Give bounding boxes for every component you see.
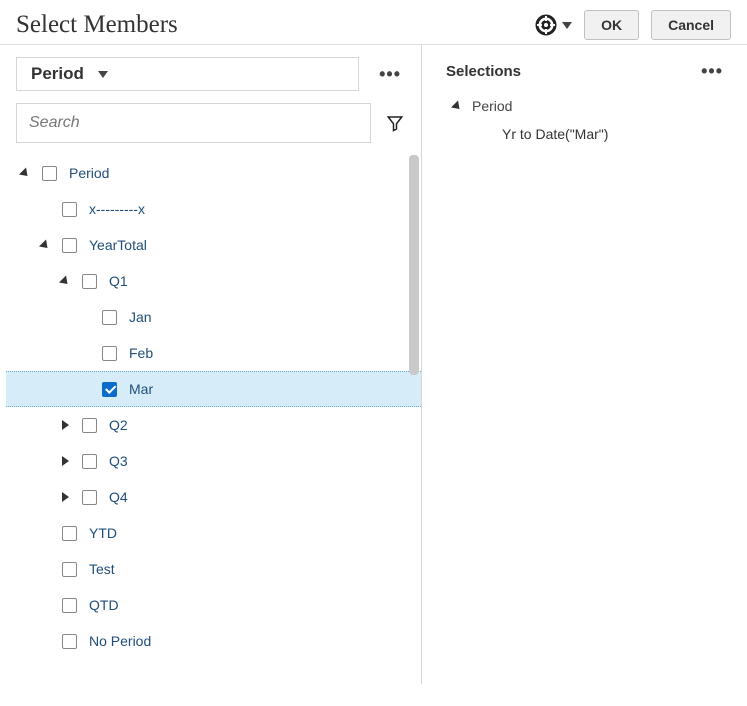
triangle-open-icon	[59, 275, 71, 287]
members-pane: Period ••• Period x---------x YearTotal Q1 J…	[0, 45, 422, 684]
member-label[interactable]: YearTotal	[83, 237, 147, 253]
expand-toggle[interactable]	[58, 490, 72, 504]
tree-node[interactable]: Test	[0, 551, 421, 587]
member-checkbox[interactable]	[62, 634, 77, 649]
selections-more-menu[interactable]: •••	[693, 57, 731, 86]
help-icon	[534, 13, 558, 37]
member-label[interactable]: No Period	[83, 633, 151, 649]
tree-node[interactable]: x---------x	[0, 191, 421, 227]
member-checkbox[interactable]	[82, 454, 97, 469]
tree-node[interactable]: YTD	[0, 515, 421, 551]
dimension-label: Period	[31, 64, 84, 84]
filter-icon	[386, 114, 404, 132]
member-checkbox[interactable]	[82, 274, 97, 289]
member-label[interactable]: Q1	[103, 273, 128, 289]
expand-toggle[interactable]	[58, 418, 72, 432]
header-actions: OK Cancel	[534, 10, 731, 40]
member-label[interactable]: Mar	[123, 381, 153, 397]
filter-button[interactable]	[381, 109, 409, 137]
triangle-open-icon	[451, 100, 463, 112]
member-label[interactable]: Feb	[123, 345, 153, 361]
member-checkbox[interactable]	[102, 310, 117, 325]
member-label[interactable]: Q2	[103, 417, 128, 433]
selection-item[interactable]: Yr to Date("Mar")	[446, 118, 731, 150]
triangle-open-icon	[39, 239, 51, 251]
member-label[interactable]: YTD	[83, 525, 117, 541]
members-more-menu[interactable]: •••	[371, 60, 409, 89]
collapse-toggle[interactable]	[58, 274, 72, 288]
tree-node[interactable]: Mar	[6, 371, 421, 407]
member-label[interactable]: x---------x	[83, 201, 145, 217]
member-label[interactable]: Jan	[123, 309, 152, 325]
collapse-toggle[interactable]	[38, 238, 52, 252]
member-label[interactable]: Q3	[103, 453, 128, 469]
selections-header: Selections •••	[446, 57, 731, 94]
triangle-open-icon	[19, 167, 31, 179]
cancel-button[interactable]: Cancel	[651, 10, 731, 40]
triangle-closed-icon	[62, 492, 69, 502]
help-menu[interactable]	[534, 13, 572, 37]
member-checkbox[interactable]	[82, 418, 97, 433]
member-checkbox[interactable]	[102, 346, 117, 361]
scrollbar-thumb[interactable]	[409, 155, 419, 375]
member-tree[interactable]: Period x---------x YearTotal Q1 Jan Feb Mar Q2 Q…	[0, 151, 421, 684]
selection-group-label: Period	[472, 98, 512, 114]
member-checkbox[interactable]	[62, 526, 77, 541]
expand-toggle[interactable]	[450, 99, 464, 113]
search-row	[0, 99, 421, 151]
tree-node[interactable]: No Period	[0, 623, 421, 659]
member-checkbox[interactable]	[102, 382, 117, 397]
dialog-header: Select Members OK Cancel	[0, 0, 747, 44]
member-checkbox[interactable]	[62, 598, 77, 613]
chevron-down-icon	[98, 71, 108, 78]
member-checkbox[interactable]	[62, 238, 77, 253]
tree-node[interactable]: Feb	[0, 335, 421, 371]
tree-node[interactable]: Period	[0, 155, 421, 191]
tree-node[interactable]: YearTotal	[0, 227, 421, 263]
member-checkbox[interactable]	[62, 562, 77, 577]
tree-node[interactable]: Q3	[0, 443, 421, 479]
dialog-title: Select Members	[16, 11, 534, 39]
ok-button[interactable]: OK	[584, 10, 639, 40]
collapse-toggle[interactable]	[18, 166, 32, 180]
main-content: Period ••• Period x---------x YearTotal Q1 J…	[0, 44, 747, 684]
member-checkbox[interactable]	[42, 166, 57, 181]
selections-title: Selections	[446, 63, 693, 80]
selection-item-list: Yr to Date("Mar")	[446, 118, 731, 150]
member-label[interactable]: Q4	[103, 489, 128, 505]
tree-node[interactable]: Q4	[0, 479, 421, 515]
dimension-row: Period •••	[0, 57, 421, 99]
member-label[interactable]: Period	[63, 165, 109, 181]
tree-node[interactable]: Q1	[0, 263, 421, 299]
member-checkbox[interactable]	[62, 202, 77, 217]
expand-toggle[interactable]	[58, 454, 72, 468]
search-input[interactable]	[16, 103, 371, 143]
selection-group[interactable]: Period	[446, 94, 731, 118]
triangle-closed-icon	[62, 456, 69, 466]
selections-pane: Selections ••• Period Yr to Date("Mar")	[422, 45, 747, 684]
tree-node[interactable]: Q2	[0, 407, 421, 443]
chevron-down-icon	[562, 22, 572, 29]
member-label[interactable]: Test	[83, 561, 115, 577]
tree-node[interactable]: QTD	[0, 587, 421, 623]
member-checkbox[interactable]	[82, 490, 97, 505]
dimension-selector[interactable]: Period	[16, 57, 359, 91]
tree-node[interactable]: Jan	[0, 299, 421, 335]
member-label[interactable]: QTD	[83, 597, 119, 613]
triangle-closed-icon	[62, 420, 69, 430]
